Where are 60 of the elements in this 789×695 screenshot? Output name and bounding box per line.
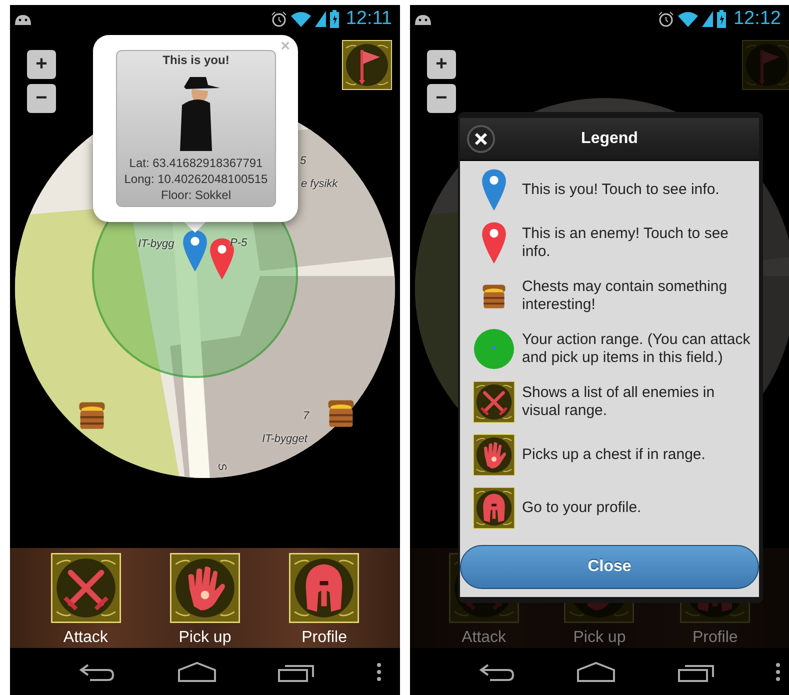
map-label: 5 — [300, 155, 306, 167]
legend-text: Shows a list of all enemies in visual range. — [522, 384, 716, 420]
info-text: Long: 10.40262048100515 — [124, 171, 268, 187]
android-icon — [14, 13, 32, 25]
info-text: Floor: Sokkel — [160, 187, 232, 203]
zoom-button[interactable]: − — [27, 84, 56, 113]
battery-icon — [330, 10, 339, 28]
action-label: Profile — [692, 629, 738, 647]
helmet-icon[interactable] — [473, 487, 515, 529]
legend-text: Your action range. (You can attack and pick up items in this field.) — [522, 331, 752, 367]
wifi-icon — [290, 11, 311, 27]
info-text: Lat: 63.41682918367791 — [129, 155, 263, 171]
crossed-swords-icon[interactable] — [473, 381, 515, 423]
hand-icon[interactable] — [473, 434, 515, 476]
action-label: Profile — [302, 629, 347, 647]
zoom-button[interactable]: + — [27, 50, 56, 79]
alarm-clock-icon — [270, 11, 287, 27]
clock-time: 12:12 — [733, 8, 781, 30]
menu-icon[interactable] — [376, 662, 382, 682]
helmet-icon[interactable] — [289, 553, 360, 623]
legend-text: This is an enemy! Touch to see info. — [522, 225, 730, 261]
home-icon[interactable] — [176, 662, 217, 682]
legend-text: Picks up a chest if in range. — [522, 446, 706, 464]
map-label: 7 — [303, 410, 310, 422]
popup-title: This is you! — [162, 53, 230, 67]
battery-icon — [717, 10, 726, 28]
location-pin-icon — [182, 228, 208, 274]
map-label: e fysikk — [301, 178, 338, 190]
map-label: IT-bygget — [262, 433, 308, 445]
range-circle-icon — [473, 328, 515, 370]
flag-icon[interactable] — [342, 40, 392, 90]
legend-text: Chests may contain something interesting! — [522, 278, 728, 314]
clock-time: 12:11 — [346, 8, 392, 30]
legend-text: Go to your profile. — [522, 499, 642, 517]
legend-text: This is you! Touch to see info. — [522, 181, 720, 199]
signal-icon — [314, 11, 326, 27]
menu-icon[interactable] — [774, 662, 781, 682]
back-icon[interactable] — [78, 662, 116, 682]
android-icon — [414, 13, 432, 25]
zoom-button[interactable]: − — [427, 84, 456, 113]
action-label: Attack — [462, 629, 506, 647]
crossed-swords-icon[interactable] — [50, 553, 121, 623]
wifi-icon — [678, 11, 698, 27]
map-label: S — [215, 462, 228, 472]
zoom-button[interactable]: + — [427, 50, 456, 79]
signal-icon — [702, 11, 714, 27]
hand-icon[interactable] — [170, 553, 240, 623]
action-label: Pick up — [573, 629, 626, 647]
map-label: IT-bygg — [138, 238, 174, 250]
close-button[interactable]: Close — [460, 545, 759, 589]
location-pin-icon — [481, 221, 507, 265]
action-label: Pick up — [178, 629, 232, 647]
alarm-clock-icon — [658, 11, 674, 27]
location-pin-icon — [481, 168, 507, 212]
back-icon[interactable] — [478, 662, 516, 682]
map-label: P-5 — [230, 237, 248, 249]
close-icon[interactable] — [466, 124, 496, 154]
action-label: Attack — [63, 629, 108, 647]
home-icon[interactable] — [576, 662, 616, 682]
dialog-title: Legend — [581, 130, 638, 148]
